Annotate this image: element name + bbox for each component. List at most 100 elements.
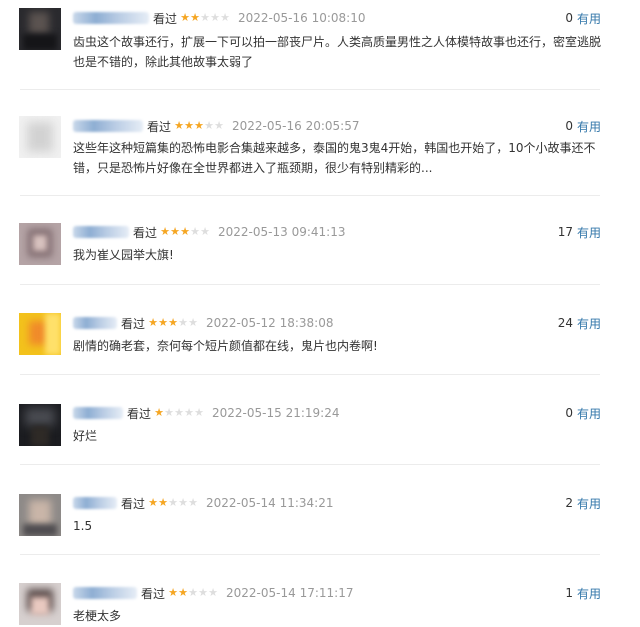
rating-stars: ★ ★ ★ ★ ★ xyxy=(148,317,198,329)
vote-area: 17 有用 xyxy=(558,223,601,241)
watch-status: 看过 xyxy=(133,225,158,240)
useful-button[interactable]: 有用 xyxy=(577,315,601,332)
star-filled-icon: ★ xyxy=(180,225,190,238)
useful-button[interactable]: 有用 xyxy=(577,585,601,602)
star-filled-icon: ★ xyxy=(178,586,188,599)
star-filled-icon: ★ xyxy=(158,316,168,329)
comment-text: 1.5 xyxy=(73,519,93,533)
star-filled-icon: ★ xyxy=(168,316,178,329)
star-empty-icon: ★ xyxy=(200,225,210,238)
user-avatar[interactable] xyxy=(19,223,61,265)
star-filled-icon: ★ xyxy=(174,119,184,132)
divider xyxy=(20,464,600,465)
comment-time: 2022-05-14 11:34:21 xyxy=(206,496,334,510)
avatar-blur-detail xyxy=(33,235,47,251)
user-avatar[interactable] xyxy=(19,494,61,536)
username-link[interactable] xyxy=(73,407,123,419)
comment-text: 剧情的确老套，奈何每个短片颜值都在线，鬼片也内卷啊! xyxy=(73,339,378,353)
username-link[interactable] xyxy=(73,317,117,329)
comment-text: 好烂 xyxy=(73,429,98,443)
rating-stars: ★ ★ ★ ★ ★ xyxy=(180,12,230,24)
vote-count: 0 xyxy=(565,406,573,420)
comment-item: 看过 ★ ★ ★ ★ ★ 2022-05-16 10:08:10 0 有用 齿虫这个故事… xyxy=(0,0,640,90)
avatar-blur-detail xyxy=(29,12,49,34)
user-avatar[interactable] xyxy=(19,116,61,158)
comment-meta: 看过 ★ ★ ★ ★ ★ 2022-05-15 21:19:24 xyxy=(73,404,339,422)
star-filled-icon: ★ xyxy=(190,11,200,24)
useful-button[interactable]: 有用 xyxy=(577,405,601,422)
user-avatar[interactable] xyxy=(19,404,61,446)
useful-button[interactable]: 有用 xyxy=(577,118,601,135)
vote-count: 17 xyxy=(557,225,573,239)
comment-text: 齿虫这个故事还行，扩展一下可以拍一部丧尸片。人类高质量男性之人体模特故事也还行，… xyxy=(73,35,602,69)
watch-status: 看过 xyxy=(141,586,166,601)
star-filled-icon: ★ xyxy=(184,119,194,132)
comment-meta: 看过 ★ ★ ★ ★ ★ 2022-05-16 10:08:10 xyxy=(73,9,365,27)
star-empty-icon: ★ xyxy=(164,406,174,419)
comment-meta: 看过 ★ ★ ★ ★ ★ 2022-05-13 09:41:13 xyxy=(73,223,345,241)
username-link[interactable] xyxy=(73,12,149,24)
vote-area: 1 有用 xyxy=(565,584,601,602)
comment-time: 2022-05-13 09:41:13 xyxy=(218,225,346,239)
comment-text: 老梗太多 xyxy=(73,609,122,623)
star-empty-icon: ★ xyxy=(188,316,198,329)
star-filled-icon: ★ xyxy=(194,119,204,132)
watch-status: 看过 xyxy=(121,496,146,511)
username-link[interactable] xyxy=(73,120,143,132)
divider xyxy=(20,284,600,285)
user-avatar[interactable] xyxy=(19,583,61,625)
vote-count: 0 xyxy=(565,119,573,133)
rating-stars: ★ ★ ★ ★ ★ xyxy=(148,497,198,509)
useful-button[interactable]: 有用 xyxy=(577,10,601,27)
watch-status: 看过 xyxy=(121,316,146,331)
username-link[interactable] xyxy=(73,226,129,238)
divider xyxy=(20,195,600,196)
rating-stars: ★ ★ ★ ★ ★ xyxy=(168,587,218,599)
star-empty-icon: ★ xyxy=(214,119,224,132)
vote-area: 0 有用 xyxy=(565,404,601,422)
star-filled-icon: ★ xyxy=(170,225,180,238)
avatar-blur-detail xyxy=(25,408,55,426)
vote-count: 24 xyxy=(557,316,573,330)
comment-meta: 看过 ★ ★ ★ ★ ★ 2022-05-16 20:05:57 xyxy=(73,117,359,135)
vote-count: 0 xyxy=(565,11,573,25)
comment-time: 2022-05-16 20:05:57 xyxy=(232,119,360,133)
user-avatar[interactable] xyxy=(19,313,61,355)
comment-text: 我为崔乂园举大旗! xyxy=(73,248,174,262)
rating-stars: ★ ★ ★ ★ ★ xyxy=(160,226,210,238)
short-comments-list: 看过 ★ ★ ★ ★ ★ 2022-05-16 10:08:10 0 有用 齿虫这个故事… xyxy=(0,0,640,627)
vote-count: 2 xyxy=(565,496,573,510)
username-link[interactable] xyxy=(73,587,137,599)
avatar-blur-detail xyxy=(31,426,49,446)
divider xyxy=(20,89,600,90)
star-filled-icon: ★ xyxy=(154,406,164,419)
star-empty-icon: ★ xyxy=(220,11,230,24)
useful-button[interactable]: 有用 xyxy=(577,224,601,241)
star-empty-icon: ★ xyxy=(204,119,214,132)
star-empty-icon: ★ xyxy=(178,316,188,329)
user-avatar[interactable] xyxy=(19,8,61,50)
avatar-blur-detail xyxy=(27,122,53,152)
avatar-blur-detail xyxy=(45,313,61,355)
comment-time: 2022-05-16 10:08:10 xyxy=(238,11,366,25)
star-empty-icon: ★ xyxy=(184,406,194,419)
vote-area: 24 有用 xyxy=(558,314,601,332)
star-empty-icon: ★ xyxy=(188,586,198,599)
star-filled-icon: ★ xyxy=(158,496,168,509)
vote-area: 0 有用 xyxy=(565,9,601,27)
watch-status: 看过 xyxy=(147,119,172,134)
divider xyxy=(20,374,600,375)
comment-time: 2022-05-14 17:11:17 xyxy=(226,586,354,600)
comment-meta: 看过 ★ ★ ★ ★ ★ 2022-05-12 18:38:08 xyxy=(73,314,333,332)
divider xyxy=(20,554,600,555)
star-empty-icon: ★ xyxy=(208,586,218,599)
avatar-blur-detail xyxy=(23,34,57,50)
useful-button[interactable]: 有用 xyxy=(577,495,601,512)
star-empty-icon: ★ xyxy=(198,586,208,599)
rating-stars: ★ ★ ★ ★ ★ xyxy=(154,407,204,419)
comment-meta: 看过 ★ ★ ★ ★ ★ 2022-05-14 17:11:17 xyxy=(73,584,353,602)
star-empty-icon: ★ xyxy=(200,11,210,24)
star-empty-icon: ★ xyxy=(194,406,204,419)
star-empty-icon: ★ xyxy=(168,496,178,509)
username-link[interactable] xyxy=(73,497,117,509)
